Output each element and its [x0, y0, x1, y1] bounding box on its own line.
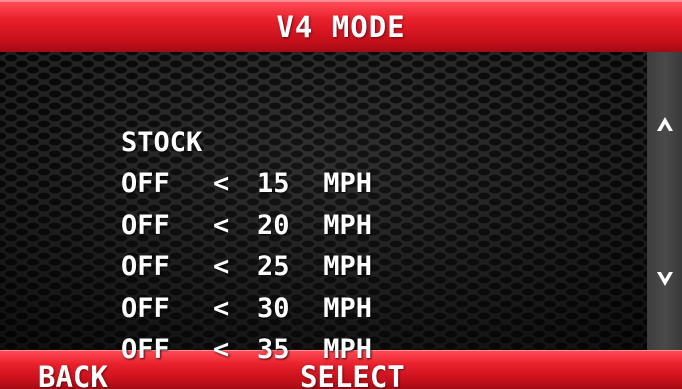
option-state: OFF — [121, 292, 170, 324]
title-bar: V4 MODE — [0, 0, 682, 52]
option-comparator: < — [213, 209, 230, 241]
option-unit: MPH — [323, 209, 373, 241]
option-speed: 30 — [257, 292, 290, 324]
option-comparator: < — [213, 334, 230, 365]
options-list: STOCK OFF <15 MPH OFF <20 MPH OFF <25 MPH O… — [56, 80, 373, 366]
option-speed: 15 — [257, 168, 290, 199]
chevron-up-icon[interactable] — [647, 109, 682, 140]
option-speed: 20 — [257, 209, 290, 241]
option-stock[interactable]: STOCK — [56, 80, 372, 158]
option-speed: 35 — [257, 334, 290, 365]
option-unit: MPH — [323, 292, 373, 324]
option-label: STOCK — [121, 126, 203, 158]
option-unit: MPH — [323, 168, 373, 199]
option-state: OFF — [121, 209, 170, 241]
option-unit: MPH — [323, 334, 373, 365]
option-state: OFF — [121, 168, 170, 199]
option-comparator: < — [213, 292, 230, 324]
chevron-down-icon[interactable] — [647, 264, 682, 295]
scrollbar[interactable] — [647, 52, 682, 350]
option-state: OFF — [121, 334, 170, 365]
option-comparator: < — [213, 168, 230, 199]
option-speed: 25 — [257, 251, 290, 282]
option-unit: MPH — [323, 251, 373, 282]
option-state: OFF — [121, 251, 170, 282]
page-title: V4 MODE — [276, 10, 406, 44]
option-comparator: < — [213, 251, 230, 282]
